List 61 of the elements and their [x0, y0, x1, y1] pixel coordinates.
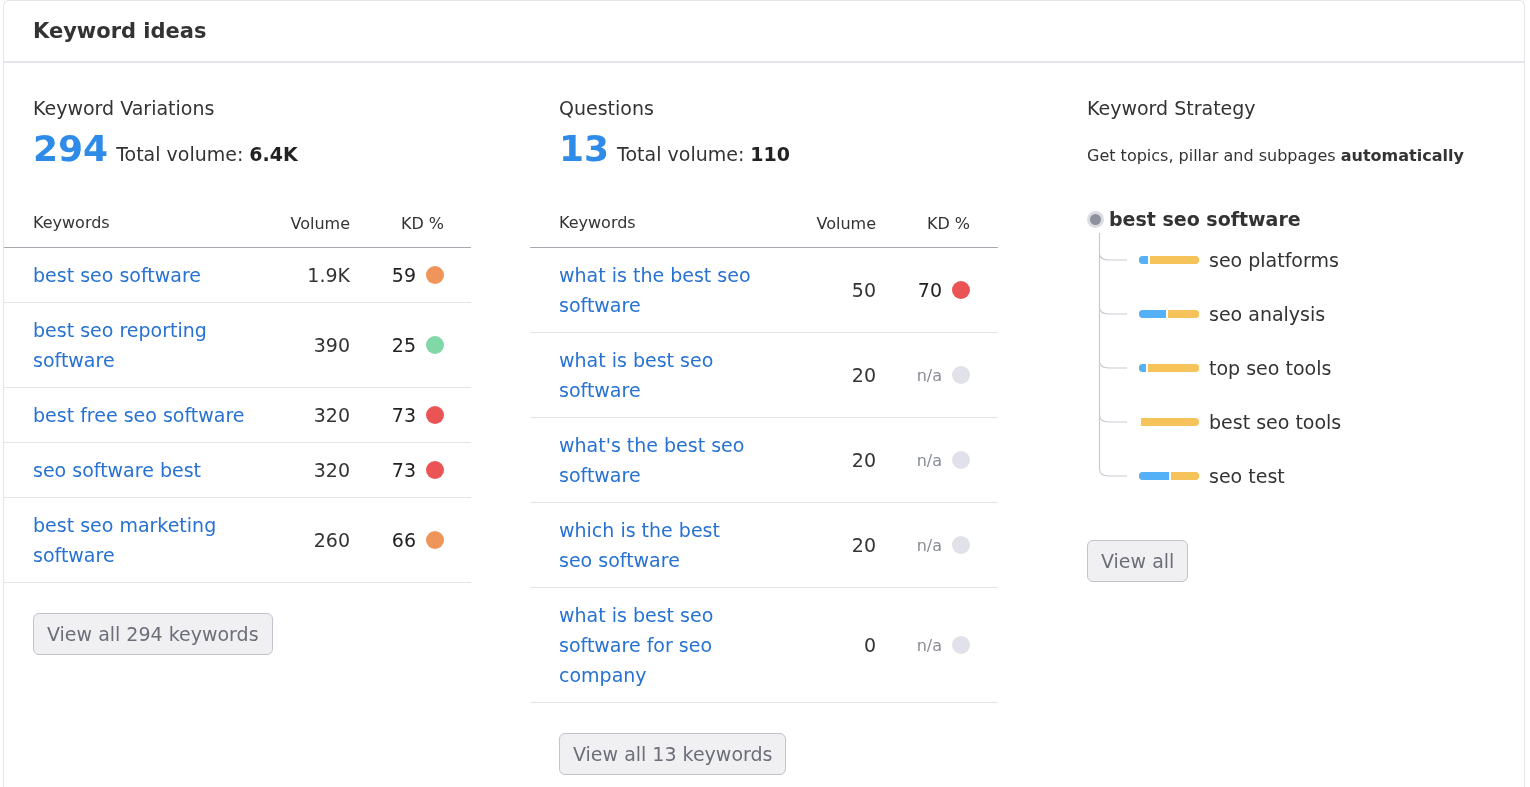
total-volume-value: 6.4K [249, 143, 298, 165]
keyword-link[interactable]: what is best seo software [559, 345, 759, 405]
kd-value: 25 [391, 334, 416, 356]
intent-bar [1139, 364, 1199, 372]
section-title: Keyword Strategy [1087, 96, 1257, 121]
kd-value: n/a [916, 635, 942, 655]
keyword-link[interactable]: best seo software [33, 260, 263, 290]
topic-label: best seo software [1109, 208, 1301, 230]
section-description: Get topics, pillar and subpages automatically [1087, 146, 1465, 165]
column-header: KD % [925, 213, 970, 233]
card-title: Keyword ideas [33, 19, 207, 43]
keyword-link[interactable]: which is the best seo software [559, 515, 759, 575]
keyword-link[interactable]: best seo reporting software [33, 315, 263, 375]
subtopic-link[interactable]: seo analysis [1209, 303, 1326, 325]
column-header: Keywords [32, 212, 111, 234]
section-title: Questions [558, 96, 655, 121]
intent-bar [1139, 310, 1199, 318]
kd-value: n/a [916, 365, 942, 385]
volume-cell-text: 20 [850, 364, 876, 386]
volume-cell-text: 1.9K [306, 264, 350, 286]
volume-cell-text: 20 [850, 534, 876, 556]
intent-bar [1139, 256, 1199, 264]
keyword-link[interactable]: what is best seo software for seo company [559, 600, 759, 690]
column-header: Volume [815, 213, 876, 233]
column-header: Volume [289, 213, 350, 233]
kd-value: 73 [391, 404, 416, 426]
keyword-link[interactable]: best free seo software [33, 400, 263, 430]
kd-value: 70 [917, 279, 942, 301]
total-volume-label: Total volume: [617, 143, 745, 165]
keyword-count: 13 [559, 128, 610, 169]
kd-value: 59 [391, 264, 416, 286]
keyword-link[interactable]: what is the best seo software [559, 260, 759, 320]
volume-cell-text: 0 [862, 634, 876, 656]
keyword-count: 294 [33, 128, 109, 169]
subtopic-link[interactable]: seo test [1209, 465, 1285, 487]
total-volume-label: Total volume: [116, 143, 244, 165]
kd-value: 66 [391, 529, 416, 551]
view-all-button[interactable]: View all 13 keywords [559, 733, 787, 775]
subtopic-link[interactable]: best seo tools [1209, 411, 1342, 433]
volume-cell-text: 390 [312, 334, 350, 356]
volume-cell-text: 20 [850, 449, 876, 471]
subtopic-link[interactable]: top seo tools [1209, 357, 1332, 379]
subtopic-link[interactable]: seo platforms [1209, 249, 1339, 271]
volume-cell-text: 260 [312, 529, 350, 551]
keyword-link[interactable]: best seo marketing software [33, 510, 263, 570]
view-all-button[interactable]: View all 294 keywords [33, 613, 273, 655]
tree-root-dot-icon [1087, 210, 1104, 228]
keyword-link[interactable]: seo software best [33, 455, 263, 485]
volume-cell-text: 320 [312, 404, 350, 426]
volume-cell-text: 320 [312, 459, 350, 481]
intent-bar [1139, 472, 1199, 480]
kd-value: n/a [916, 450, 942, 470]
column-header: KD % [399, 213, 444, 233]
section-title: Keyword Variations [32, 96, 216, 121]
kd-value: n/a [916, 535, 942, 555]
total-volume-value: 110 [750, 143, 790, 165]
column-header: Keywords [558, 212, 637, 234]
view-all-button[interactable]: View all [1087, 540, 1189, 582]
kd-value: 73 [391, 459, 416, 481]
keyword-link[interactable]: what's the best seo software [559, 430, 759, 490]
volume-cell-text: 50 [850, 279, 876, 301]
